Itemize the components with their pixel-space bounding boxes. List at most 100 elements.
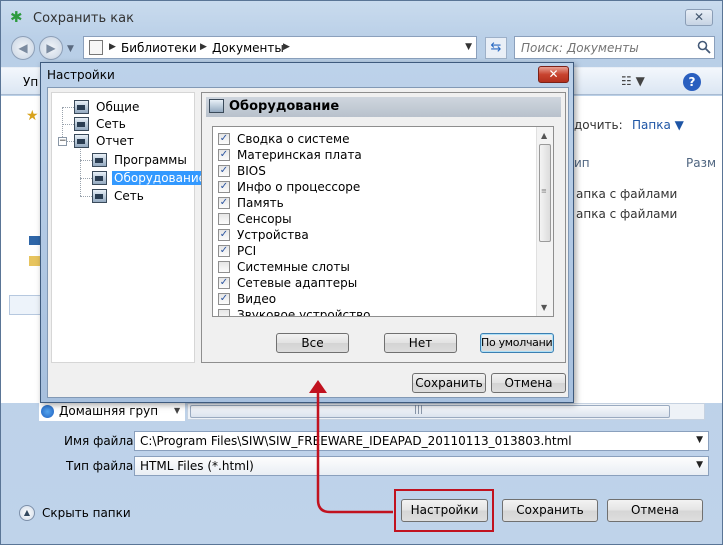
breadcrumb-libraries[interactable]: Библиотеки	[121, 41, 197, 55]
checkbox-checked[interactable]: ✓	[218, 277, 230, 289]
file-row-type[interactable]: апка с файлами	[576, 187, 677, 201]
app-icon: ✱	[10, 8, 23, 26]
tree-connector	[62, 107, 74, 108]
scroll-thumb[interactable]	[190, 405, 670, 418]
settings-dialog-title: Настройки	[47, 68, 115, 82]
forward-button[interactable]: ▶	[39, 36, 63, 60]
settings-cancel-button[interactable]: Отмена	[491, 373, 566, 393]
chevron-down-icon[interactable]: ▼	[696, 460, 703, 470]
panel-header: Оборудование	[206, 97, 561, 117]
search-input[interactable]	[515, 37, 695, 58]
horizontal-scrollbar[interactable]: |||	[187, 403, 705, 420]
tree-item-label: Оборудование	[112, 171, 208, 185]
settings-dialog-body: − Общие Сеть Отчет Программы Оборудовани…	[47, 87, 569, 398]
tree-item-label: Отчет	[96, 134, 134, 148]
hide-folders-label[interactable]: Скрыть папки	[42, 506, 131, 520]
checkbox-unchecked[interactable]	[218, 309, 230, 316]
column-header-size[interactable]: Разм	[686, 156, 716, 170]
settings-page-icon	[92, 171, 107, 185]
checkbox-checked[interactable]: ✓	[218, 229, 230, 241]
checkbox-unchecked[interactable]	[218, 261, 230, 273]
checklist-item-label: Сводка о системе	[237, 132, 350, 146]
chevron-right-icon[interactable]: ▶	[200, 42, 207, 52]
file-row-type[interactable]: апка с файлами	[576, 207, 677, 221]
nav-pane-selected-item[interactable]	[9, 295, 41, 315]
scroll-grip-icon: |||	[414, 405, 424, 415]
tree-connector	[80, 149, 81, 196]
checkbox-checked[interactable]: ✓	[218, 133, 230, 145]
column-header-type[interactable]: ип	[574, 156, 590, 170]
settings-dialog: Настройки ✕ − Общие Сеть Отчет Программы…	[40, 62, 574, 403]
checklist-item-label: Инфо о процессоре	[237, 180, 361, 194]
defaults-button[interactable]: По умолчанию	[480, 333, 554, 353]
cancel-button[interactable]: Отмена	[607, 499, 703, 522]
window-title: Сохранить как	[33, 11, 134, 26]
organize-menu[interactable]: Уп	[23, 75, 38, 89]
vertical-scrollbar[interactable]: ▲ ≡ ▼	[536, 127, 553, 316]
arrange-by-value[interactable]: Папка	[632, 118, 671, 132]
settings-page-icon	[74, 100, 89, 114]
tree-connector	[80, 178, 92, 179]
breadcrumb-documents[interactable]: Документы	[212, 41, 284, 55]
checkbox-checked[interactable]: ✓	[218, 293, 230, 305]
chevron-right-icon[interactable]: ▶	[109, 42, 116, 52]
checkbox-unchecked[interactable]	[218, 213, 230, 225]
recent-pages-dropdown[interactable]: ▼	[67, 44, 74, 54]
checkbox-checked[interactable]: ✓	[218, 197, 230, 209]
nav-item-homegroup[interactable]: Домашняя груп ▼	[39, 403, 185, 421]
filetype-select[interactable]: HTML Files (*.html) ▼	[134, 456, 709, 476]
checkbox-checked[interactable]: ✓	[218, 149, 230, 161]
help-icon[interactable]: ?	[683, 73, 701, 91]
panel-title: Оборудование	[229, 99, 340, 114]
search-box[interactable]	[514, 36, 715, 59]
settings-page-icon	[92, 153, 107, 167]
tree-collapse-icon[interactable]: −	[58, 137, 67, 146]
checkbox-checked[interactable]: ✓	[218, 181, 230, 193]
search-icon	[697, 40, 711, 54]
chevron-down-icon[interactable]: ▼	[696, 435, 703, 445]
address-bar[interactable]: ▶ Библиотеки ▶ Документы ▶ ▼	[83, 36, 477, 59]
checklist-item-label: Память	[237, 196, 284, 210]
hardware-panel: Оборудование ✓ Сводка о системе ✓ Материнск…	[201, 92, 566, 363]
save-button[interactable]: Сохранить	[502, 499, 598, 522]
chevron-right-icon[interactable]: ▶	[283, 42, 290, 52]
tree-connector	[66, 141, 74, 142]
tree-connector	[62, 124, 74, 125]
filetype-value[interactable]: HTML Files (*.html)	[140, 459, 690, 473]
address-dropdown[interactable]: ▼	[465, 42, 472, 52]
checklist-item-label: Сетевые адаптеры	[237, 276, 358, 290]
filename-label: Имя файла:	[64, 434, 138, 448]
settings-save-button[interactable]: Сохранить	[412, 373, 486, 393]
tree-item-label: Сеть	[96, 117, 126, 131]
close-button[interactable]: ✕	[685, 9, 713, 26]
scroll-down-icon[interactable]: ▼	[541, 303, 547, 312]
settings-tree: − Общие Сеть Отчет Программы Оборудовани…	[51, 92, 208, 363]
checklist-item-label: Видео	[237, 292, 277, 306]
navigation-pane: ★	[1, 96, 41, 403]
favorites-star-icon[interactable]: ★	[26, 108, 39, 124]
tree-connector	[80, 160, 92, 161]
refresh-button[interactable]: ⇆	[485, 37, 507, 59]
settings-page-icon	[74, 134, 89, 148]
arrange-by-label: дочить:	[574, 118, 623, 132]
filename-field[interactable]: C:\Program Files\SIW\SIW_FREEWARE_IDEAPA…	[134, 431, 709, 451]
homegroup-icon	[41, 405, 54, 418]
settings-close-button[interactable]: ✕	[538, 66, 569, 83]
checkbox-checked[interactable]: ✓	[218, 245, 230, 257]
collapse-up-icon[interactable]: ▲	[19, 505, 35, 521]
select-none-button[interactable]: Нет	[384, 333, 457, 353]
settings-page-icon	[209, 99, 224, 113]
expand-arrow-icon[interactable]: ▼	[174, 406, 180, 415]
checklist-item-label: BIOS	[237, 164, 266, 178]
checklist-item-label: PCI	[237, 244, 257, 258]
filename-value[interactable]: C:\Program Files\SIW\SIW_FREEWARE_IDEAPA…	[140, 434, 690, 448]
back-button[interactable]: ◀	[11, 36, 35, 60]
scroll-up-icon[interactable]: ▲	[541, 131, 547, 140]
arrange-by-dropdown[interactable]: Папка ▼	[632, 118, 684, 132]
settings-page-icon	[92, 189, 107, 203]
checkbox-checked[interactable]: ✓	[218, 165, 230, 177]
checklist-item-label: Сенсоры	[237, 212, 292, 226]
views-menu[interactable]: ☷ ▼	[621, 74, 655, 90]
select-all-button[interactable]: Все	[276, 333, 349, 353]
navigation-bar: ◀ ▶ ▼ ▶ Библиотеки ▶ Документы ▶ ▼ ⇆	[9, 34, 715, 60]
